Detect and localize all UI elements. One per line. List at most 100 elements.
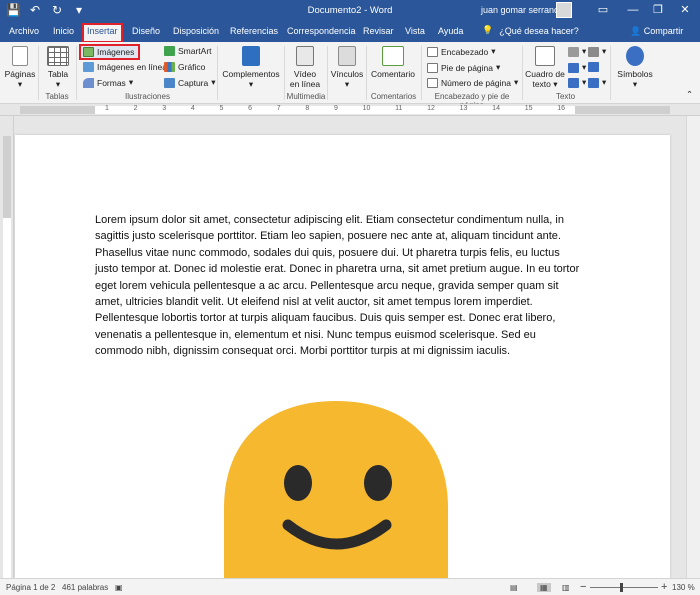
zoom-level[interactable]: 130 % xyxy=(672,583,695,592)
vertical-ruler[interactable] xyxy=(0,116,14,578)
imagenes-en-linea-button[interactable]: Imágenes en línea xyxy=(83,62,167,72)
ruler-number: 1 xyxy=(105,105,109,112)
ruler-number: 9 xyxy=(334,105,338,112)
tab-vista[interactable]: Vista xyxy=(405,26,425,36)
video-label-2: en línea xyxy=(289,79,321,89)
smartart-button[interactable]: SmartArt xyxy=(164,46,212,56)
tab-ayuda[interactable]: Ayuda xyxy=(438,26,463,36)
formas-button[interactable]: Formas ▾ xyxy=(83,77,133,88)
chevron-down-icon: ▾ xyxy=(55,79,61,89)
pie-de-pagina-button[interactable]: Pie de página ▾ xyxy=(427,62,500,73)
chevron-down-icon: ▾ xyxy=(582,62,587,72)
zoom-slider[interactable] xyxy=(590,587,658,588)
vinculos-button[interactable]: Vínculos ▾ xyxy=(330,46,364,89)
ruler-number: 3 xyxy=(162,105,167,112)
vertical-scrollbar[interactable] xyxy=(686,116,700,578)
ruler-top-margin xyxy=(3,136,11,218)
tabla-button[interactable]: Tabla ▾ xyxy=(44,46,72,89)
ribbon: Páginas ▾ Tabla ▾ Tablas Imágenes Imágen… xyxy=(0,42,700,110)
grafico-button[interactable]: Gráfico xyxy=(164,62,205,72)
quick-parts-button[interactable]: ▾ xyxy=(568,46,586,57)
chevron-down-icon: ▾ xyxy=(602,77,607,87)
chevron-down-icon: ▾ xyxy=(248,79,254,89)
page-count[interactable]: Página 1 de 2 xyxy=(6,583,55,592)
chevron-down-icon: ▾ xyxy=(491,46,496,56)
complementos-label: Complementos xyxy=(222,69,280,79)
encabezado-label: Encabezado xyxy=(441,46,489,57)
chevron-down-icon: ▾ xyxy=(17,79,23,89)
ruler-number: 2 xyxy=(133,105,138,112)
comentario-button[interactable]: Comentario xyxy=(370,46,416,79)
tab-revisar[interactable]: Revisar xyxy=(363,26,394,36)
user-name[interactable]: juan gomar serrano xyxy=(481,5,559,15)
drop-cap-button[interactable]: ▾ xyxy=(568,77,586,88)
ruler-number: 13 xyxy=(459,105,468,112)
tab-insertar[interactable]: Insertar xyxy=(82,23,123,43)
smartart-label: SmartArt xyxy=(178,46,212,56)
ruler-text-area xyxy=(3,218,11,578)
share-button[interactable]: 👤 Compartir xyxy=(630,26,683,37)
smiley-image[interactable] xyxy=(220,398,452,578)
date-time-button[interactable] xyxy=(588,62,599,72)
video-en-linea-button[interactable]: Vídeo en línea xyxy=(288,46,322,89)
person-icon: 👤 xyxy=(630,26,642,36)
links-icon xyxy=(338,46,356,66)
ribbon-display-options-icon[interactable]: ▭ xyxy=(588,0,618,22)
zoom-in-button[interactable]: + xyxy=(661,581,667,593)
chevron-down-icon: ▾ xyxy=(496,62,501,72)
chevron-down-icon: ▾ xyxy=(553,79,558,89)
imagenes-button[interactable]: Imágenes xyxy=(78,44,141,60)
ruler-number: 10 xyxy=(362,105,371,112)
formas-label: Formas xyxy=(97,77,126,88)
chevron-down-icon: ▾ xyxy=(582,46,587,56)
tell-me-search[interactable]: 💡 ¿Qué desea hacer? xyxy=(482,25,579,36)
tab-disposicion[interactable]: Disposición xyxy=(173,26,219,36)
complementos-button[interactable]: Complementos ▾ xyxy=(222,46,280,89)
picture-icon xyxy=(83,47,94,57)
captura-label: Captura xyxy=(178,77,209,88)
ruler-number: 12 xyxy=(427,105,435,112)
read-mode-icon[interactable]: ▤ xyxy=(510,583,518,592)
proofing-icon[interactable]: ▣ xyxy=(115,583,123,592)
tab-referencias[interactable]: Referencias xyxy=(230,26,278,36)
group-label-multimedia: Multimedia xyxy=(286,92,326,101)
web-layout-icon[interactable]: ▥ xyxy=(562,583,570,592)
tab-archivo[interactable]: Archivo xyxy=(9,26,39,36)
wordart-button[interactable]: ▾ xyxy=(568,62,586,73)
chevron-down-icon: ▾ xyxy=(344,79,350,89)
zoom-slider-thumb[interactable] xyxy=(620,583,623,592)
signature-line-button[interactable]: ▾ xyxy=(588,46,606,57)
tab-correspondencia[interactable]: Correspondencia xyxy=(287,26,356,36)
cuadro-de-texto-button[interactable]: Cuadro de texto ▾ xyxy=(525,46,565,89)
tab-diseno[interactable]: Diseño xyxy=(132,26,160,36)
encabezado-button[interactable]: Encabezado ▾ xyxy=(427,46,496,57)
chevron-down-icon: ▾ xyxy=(602,46,607,56)
simbolos-label: Símbolos xyxy=(617,69,653,79)
document-page[interactable]: Lorem ipsum dolor sit amet, consectetur … xyxy=(15,135,670,578)
captura-button[interactable]: Captura ▾ xyxy=(164,77,216,88)
quick-parts-icon xyxy=(568,46,579,57)
numero-de-pagina-label: Número de página xyxy=(441,77,511,88)
object-icon xyxy=(588,77,599,88)
body-paragraph[interactable]: Lorem ipsum dolor sit amet, consectetur … xyxy=(95,212,585,360)
word-count[interactable]: 461 palabras xyxy=(62,583,108,592)
paginas-button[interactable]: Páginas ▾ xyxy=(4,46,36,89)
zoom-out-button[interactable]: − xyxy=(580,581,586,593)
horizontal-ruler[interactable]: 1 2 3 4 5 6 7 8 9 10 11 12 13 14 15 16 xyxy=(0,104,700,116)
group-separator xyxy=(327,46,328,100)
imagenes-en-linea-label: Imágenes en línea xyxy=(97,62,167,72)
collapse-ribbon-icon[interactable]: ⌃ xyxy=(686,89,693,100)
avatar[interactable] xyxy=(556,2,572,18)
tabla-label: Tabla xyxy=(47,69,69,79)
group-label-texto: Texto xyxy=(555,92,576,101)
print-layout-icon[interactable]: ▦ xyxy=(537,583,551,592)
object-button[interactable]: ▾ xyxy=(588,77,606,88)
ruler-number: 7 xyxy=(276,105,281,112)
close-button[interactable]: ✕ xyxy=(670,0,700,22)
addins-icon xyxy=(242,46,260,66)
simbolos-button[interactable]: Símbolos ▾ xyxy=(615,46,655,89)
restore-button[interactable]: ❐ xyxy=(643,0,673,22)
numero-de-pagina-button[interactable]: Número de página ▾ xyxy=(427,77,518,88)
tab-inicio[interactable]: Inicio xyxy=(53,26,74,36)
smiley-right-eye xyxy=(364,465,392,501)
